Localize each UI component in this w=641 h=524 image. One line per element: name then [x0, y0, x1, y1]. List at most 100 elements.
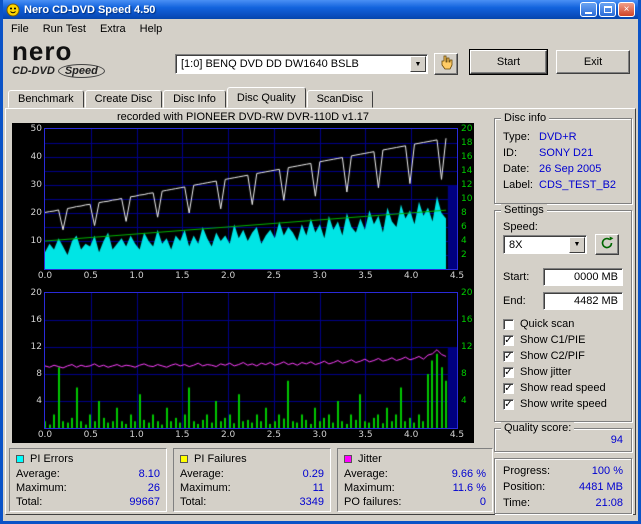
tab-benchmark[interactable]: Benchmark: [8, 90, 84, 108]
speed-select-value: 8X: [509, 238, 523, 251]
titlebar[interactable]: Nero CD-DVD Speed 4.50 ×: [3, 0, 638, 19]
checkbox-box[interactable]: ✓: [503, 366, 514, 378]
tab-disc-quality[interactable]: Disc Quality: [226, 87, 306, 108]
stat-value: 11: [312, 482, 324, 494]
stat-value: 0: [479, 496, 486, 508]
refresh-icon: [600, 236, 614, 253]
drive-info-button[interactable]: [434, 53, 458, 75]
axis-tick: 10: [30, 236, 42, 246]
position-label: Position:: [503, 481, 546, 493]
axis-tick: 6: [461, 222, 467, 232]
tab-disc-info[interactable]: Disc Info: [163, 90, 226, 108]
axis-tick: 40: [30, 152, 42, 162]
checkbox-label: Show jitter: [520, 366, 572, 378]
jitter-title: Jitter: [358, 453, 382, 465]
checkbox-show-read-speed[interactable]: ✓ Show read speed: [503, 381, 606, 395]
settings-caption: Settings: [501, 204, 547, 216]
axis-tick: 20: [30, 208, 42, 218]
speed-select[interactable]: 8X ▼: [503, 235, 587, 254]
checkbox-label: Show read speed: [520, 382, 606, 394]
jitter-panel: Jitter Average: 9.66 % Maximum: 11.6 % P…: [337, 448, 493, 512]
minimize-icon: [585, 12, 592, 14]
exit-button[interactable]: Exit: [556, 50, 630, 74]
axis-tick: 8: [461, 208, 467, 218]
axis-tick: 4: [461, 236, 467, 246]
axis-tick: 2.5: [266, 271, 282, 281]
axis-tick: 2.0: [220, 271, 236, 281]
axis-tick: 10: [461, 194, 473, 204]
start-position-field[interactable]: 0000 MB: [543, 268, 623, 286]
disc-type-label: Type:: [503, 131, 530, 143]
logo-speed-text: Speed: [57, 64, 105, 78]
checkbox-box[interactable]: ✓: [503, 382, 514, 394]
disc-date-value: 26 Sep 2005: [539, 163, 602, 175]
chart-title: recorded with PIONEER DVD-RW DVR-110D v1…: [116, 111, 370, 123]
drive-select[interactable]: [1:0] BENQ DVD DD DW1640 BSLB ▼: [175, 54, 428, 74]
axis-tick: 0.0: [37, 271, 53, 281]
disc-date-label: Date:: [503, 163, 530, 175]
axis-tick: 0.5: [83, 271, 98, 281]
stat-label: Average:: [16, 468, 60, 480]
axis-tick: 3.5: [358, 430, 373, 440]
window-title: Nero CD-DVD Speed 4.50: [24, 3, 156, 16]
menu-help[interactable]: Help: [133, 21, 170, 37]
start-button[interactable]: Start: [470, 50, 547, 74]
disc-info-caption: Disc info: [501, 112, 550, 124]
minimize-button[interactable]: [580, 2, 597, 17]
tab-scandisc[interactable]: ScanDisc: [306, 90, 374, 108]
axis-tick: 3.0: [312, 430, 327, 440]
chevron-down-icon[interactable]: ▼: [410, 56, 426, 72]
checkbox-show-c2-pif[interactable]: ✓ Show C2/PIF: [503, 349, 585, 363]
axis-tick: 2: [461, 250, 467, 260]
progress-value: 100 %: [591, 465, 623, 477]
refresh-speed-button[interactable]: [595, 234, 619, 255]
time-value: 21:08: [595, 497, 623, 509]
menu-extra[interactable]: Extra: [93, 21, 133, 37]
axis-tick: 30: [30, 180, 42, 190]
checkbox-box[interactable]: ✓: [503, 334, 514, 346]
axis-tick: 0.5: [83, 430, 98, 440]
disc-type-value: DVD+R: [539, 131, 577, 143]
disc-id-value: SONY D21: [539, 147, 594, 159]
axis-tick: 1.0: [129, 430, 144, 440]
end-position-field[interactable]: 4482 MB: [543, 292, 623, 310]
axis-tick: 3.5: [358, 271, 373, 281]
axis-tick: 20: [461, 124, 473, 134]
checkbox-box[interactable]: ✓: [503, 350, 514, 362]
maximize-button[interactable]: [599, 2, 616, 17]
start-position-label: Start:: [503, 271, 530, 283]
disc-label-value: CDS_TEST_B2: [539, 179, 617, 191]
stat-label: Maximum:: [180, 482, 231, 494]
axis-tick: 12: [461, 342, 473, 352]
axis-tick: 8: [461, 369, 467, 379]
menu-run-test[interactable]: Run Test: [36, 21, 93, 37]
chevron-down-icon[interactable]: ▼: [569, 236, 585, 253]
axis-tick: 16: [461, 315, 473, 325]
axis-tick: 20: [461, 288, 473, 298]
checkbox-box[interactable]: ✓: [503, 398, 514, 410]
stat-label: Maximum:: [344, 482, 395, 494]
stat-value: 8.10: [138, 468, 160, 480]
settings-group: Settings Speed: 8X ▼ Start: 0000 MB End:…: [494, 204, 632, 422]
checkbox-show-c1-pie[interactable]: ✓ Show C1/PIE: [503, 333, 585, 347]
axis-tick: 1.0: [129, 271, 144, 281]
disc-label-label: Label:: [503, 179, 533, 191]
checkbox-box[interactable]: [503, 318, 514, 330]
position-value: 4481 MB: [578, 481, 623, 493]
stat-label: Average:: [180, 468, 224, 480]
stat-label: PO failures:: [344, 496, 402, 508]
checkbox-show-write-speed[interactable]: ✓ Show write speed: [503, 397, 607, 411]
axis-tick: 50: [30, 124, 42, 134]
drive-select-value: [1:0] BENQ DVD DD DW1640 BSLB: [181, 58, 359, 70]
checkbox-quick-scan[interactable]: Quick scan: [503, 317, 574, 331]
pi-failures-swatch-icon: [180, 455, 188, 463]
close-button[interactable]: ×: [618, 2, 635, 17]
axis-tick: 12: [30, 342, 42, 352]
tab-create-disc[interactable]: Create Disc: [84, 90, 163, 108]
axis-tick: 4: [461, 396, 467, 406]
axis-tick: 2.0: [220, 430, 236, 440]
menu-file[interactable]: File: [4, 21, 36, 37]
stat-value: 3349: [299, 496, 324, 508]
checkbox-show-jitter[interactable]: ✓ Show jitter: [503, 365, 571, 379]
axis-tick: 14: [461, 166, 473, 176]
